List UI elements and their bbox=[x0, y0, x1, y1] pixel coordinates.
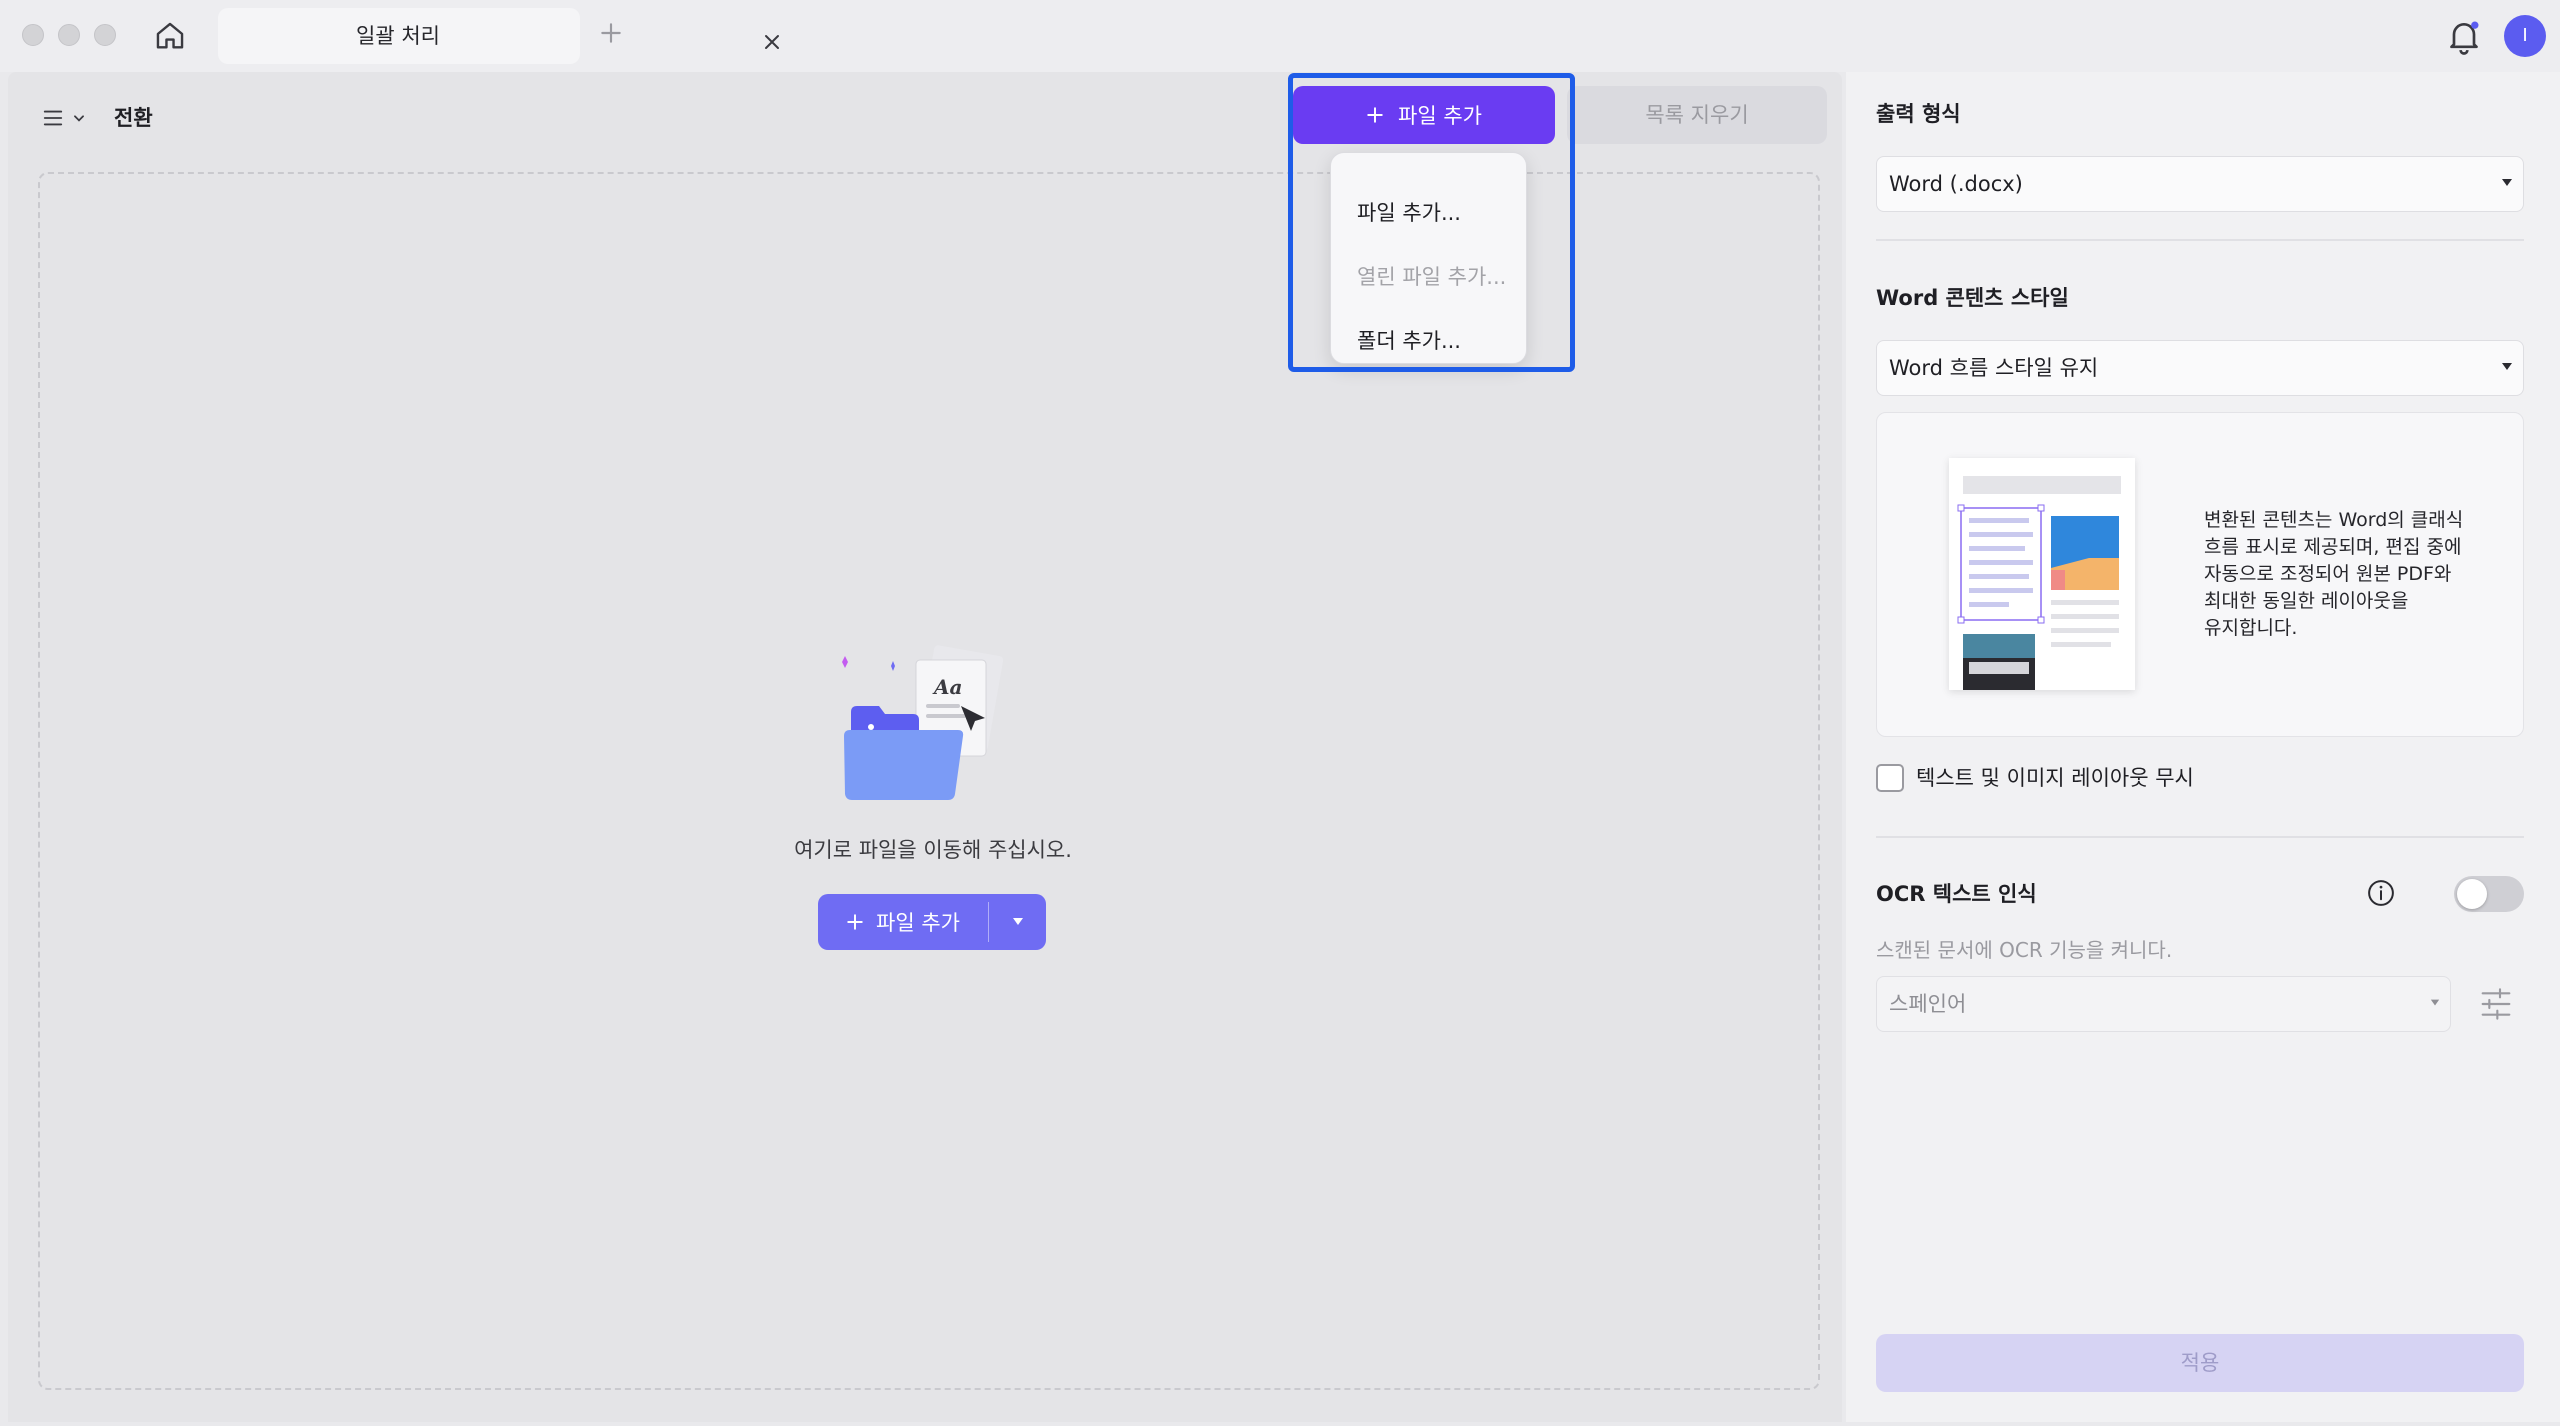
folder-illustration: Aa bbox=[842, 645, 1004, 800]
add-file-dropdown-toggle[interactable] bbox=[990, 894, 1046, 950]
main-panel: 전환 Aa 여기로 파일을 이동해 주십시오. 파일 추가 bbox=[8, 72, 1842, 1422]
sliders-icon[interactable] bbox=[2480, 986, 2512, 1022]
ignore-layout-checkbox[interactable] bbox=[1876, 764, 1904, 792]
output-format-value: Word (.docx) bbox=[1889, 172, 2023, 196]
add-file-split-button: 파일 추가 bbox=[818, 894, 1046, 950]
ocr-language-value: 스페인어 bbox=[1889, 992, 1967, 1016]
new-tab-plus-icon[interactable] bbox=[598, 20, 624, 46]
toggle-knob bbox=[2457, 879, 2487, 909]
ocr-language-select[interactable]: 스페인어 bbox=[1876, 976, 2451, 1032]
split-divider bbox=[988, 902, 989, 942]
ocr-toggle[interactable] bbox=[2454, 876, 2524, 912]
tab-title: 일괄 처리 bbox=[356, 24, 440, 48]
menu-icon bbox=[43, 110, 63, 126]
add-file-label: 파일 추가 bbox=[1398, 104, 1482, 128]
divider bbox=[1876, 239, 2524, 241]
window-close-button[interactable] bbox=[22, 24, 44, 46]
title-bar: 일괄 처리 I bbox=[0, 0, 2560, 72]
ocr-hint: 스캔된 문서에 OCR 기능을 켜니다. bbox=[1876, 938, 2173, 962]
ignore-layout-label: 텍스트 및 이미지 레이아웃 무시 bbox=[1916, 766, 2194, 790]
menu-item-add-open-file: 열린 파일 추가... bbox=[1357, 265, 1507, 289]
info-icon[interactable] bbox=[2366, 878, 2396, 908]
home-icon bbox=[156, 22, 184, 49]
home-button[interactable] bbox=[150, 16, 190, 56]
content-style-heading: Word 콘텐츠 스타일 bbox=[1876, 286, 2069, 310]
drop-hint-text: 여기로 파일을 이동해 주십시오. bbox=[794, 838, 1072, 862]
divider bbox=[1876, 836, 2524, 838]
content-style-select[interactable]: Word 흐름 스타일 유지 bbox=[1876, 340, 2524, 396]
add-file-button[interactable]: 파일 추가 bbox=[1293, 86, 1555, 144]
apply-button[interactable]: 적용 bbox=[1876, 1334, 2524, 1392]
sidebar-menu-button[interactable] bbox=[42, 100, 102, 136]
plus-icon bbox=[847, 914, 863, 930]
content-style-description: 변환된 콘텐츠는 Word의 클래식 흐름 표시로 제공되며, 편집 중에 자동… bbox=[2204, 509, 2464, 639]
menu-item-add-folder[interactable]: 폴더 추가... bbox=[1357, 321, 1461, 361]
document-preview-illustration bbox=[1949, 458, 2135, 690]
window-zoom-button[interactable] bbox=[94, 24, 116, 46]
svg-text:Aa: Aa bbox=[932, 675, 962, 699]
add-file-center-button[interactable]: 파일 추가 bbox=[818, 894, 988, 950]
close-icon[interactable] bbox=[760, 30, 784, 54]
content-style-value: Word 흐름 스타일 유지 bbox=[1889, 356, 2099, 380]
add-file-menu: 파일 추가... 열린 파일 추가... 폴더 추가... bbox=[1330, 152, 1527, 364]
plus-icon bbox=[1367, 107, 1383, 123]
output-format-select[interactable]: Word (.docx) bbox=[1876, 156, 2524, 212]
tab-batch[interactable]: 일괄 처리 bbox=[218, 8, 779, 64]
breadcrumb: 전환 bbox=[114, 106, 153, 130]
caret-down-icon bbox=[2502, 179, 2512, 186]
output-format-heading: 출력 형식 bbox=[1876, 102, 1961, 126]
bell-icon[interactable] bbox=[2444, 16, 2484, 56]
settings-panel: 출력 형식 Word (.docx) Word 콘텐츠 스타일 Word 흐름 … bbox=[1846, 72, 2560, 1422]
add-file-center-label: 파일 추가 bbox=[876, 911, 960, 935]
chevron-down-icon bbox=[74, 115, 84, 122]
menu-item-add-file[interactable]: 파일 추가... bbox=[1357, 193, 1461, 233]
style-preview-card: 변환된 콘텐츠는 Word의 클래식 흐름 표시로 제공되며, 편집 중에 자동… bbox=[1876, 412, 2524, 737]
clear-list-button[interactable]: 목록 지우기 bbox=[1567, 86, 1827, 144]
ocr-heading: OCR 텍스트 인식 bbox=[1876, 882, 2037, 906]
caret-down-icon bbox=[2502, 363, 2512, 370]
window-minimize-button[interactable] bbox=[58, 24, 80, 46]
avatar[interactable]: I bbox=[2504, 15, 2546, 57]
caret-down-icon bbox=[2430, 999, 2440, 1006]
caret-down-icon bbox=[1013, 918, 1023, 925]
